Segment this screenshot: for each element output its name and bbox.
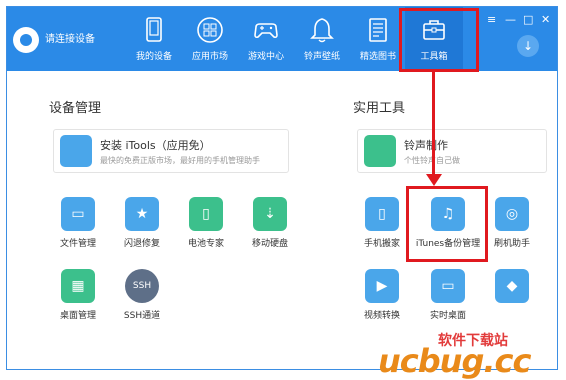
section-title-device-management: 设备管理 <box>49 101 102 116</box>
ringtone-maker-card[interactable]: 铃声制作 个性铃声自己做 <box>357 129 547 173</box>
tablet-icon <box>146 17 162 42</box>
minimize-button[interactable]: — <box>505 13 516 26</box>
watermark-line2: ucbug.cc <box>378 342 531 380</box>
tool-label: 闪退修复 <box>123 239 160 249</box>
tool-crash-repair[interactable]: ★ 闪退修复 <box>107 197 177 249</box>
tool-desktop-management[interactable]: ▦ 桌面管理 <box>43 269 113 321</box>
refresh-icon: ◎ <box>495 197 529 231</box>
maximize-button[interactable]: □ <box>523 13 533 26</box>
annotation-arrow-head <box>426 174 442 186</box>
nav-game-center[interactable]: 游戏中心 <box>237 7 295 71</box>
menu-button[interactable]: ≡ <box>487 13 496 26</box>
tool-label: 电池专家 <box>187 239 224 249</box>
close-button[interactable]: ✕ <box>541 13 550 26</box>
tool-label: 视频转换 <box>363 311 400 321</box>
tool-video-convert[interactable]: ▶ 视频转换 <box>347 269 417 321</box>
tool-label: SSH通道 <box>123 311 161 321</box>
play-icon: ▶ <box>365 269 399 303</box>
rabbit-icon <box>60 135 92 167</box>
bell-icon <box>364 135 396 167</box>
grid-icon: ▦ <box>61 269 95 303</box>
tool-battery-expert[interactable]: ▯ 电池专家 <box>171 197 241 249</box>
tool-realtime-desktop[interactable]: ▭ 实时桌面 <box>413 269 483 321</box>
highlight-box-itunes-backup <box>406 186 488 262</box>
install-itools-card[interactable]: 安装 iTools（应用免） 最快的免费正版市场，最好用的手机管理助手 <box>53 129 289 173</box>
itools-logo-icon <box>13 27 39 53</box>
tool-label: 桌面管理 <box>59 311 96 321</box>
nav-my-device[interactable]: 我的设备 <box>125 7 183 71</box>
folder-icon: ▭ <box>61 197 95 231</box>
apple-icon: ◆ <box>495 269 529 303</box>
card-title: 安装 iTools（应用免） <box>100 139 211 152</box>
bell-icon <box>310 18 334 43</box>
highlight-box-toolbox <box>399 8 479 72</box>
card-description: 最快的免费正版市场，最好用的手机管理助手 <box>100 156 260 165</box>
download-button[interactable]: ↓ <box>517 35 539 57</box>
gamepad-icon <box>254 23 278 39</box>
nav-label: 我的设备 <box>135 52 172 62</box>
nav-label: 游戏中心 <box>247 52 284 62</box>
phone-icon: ▯ <box>365 197 399 231</box>
nav-label: 应用市场 <box>191 52 228 62</box>
tool-mobile-disk[interactable]: ⇣ 移动硬盘 <box>235 197 305 249</box>
nav-label: 铃声壁纸 <box>303 52 340 62</box>
tool-apple[interactable]: ◆ <box>477 269 547 308</box>
battery-icon: ▯ <box>189 197 223 231</box>
watermark: 软件下载站 ucbug.cc <box>378 322 564 380</box>
tool-label: 移动硬盘 <box>251 239 288 249</box>
download-icon: ↓ <box>522 39 534 53</box>
card-title: 铃声制作 <box>404 139 448 152</box>
tool-label: 实时桌面 <box>429 311 466 321</box>
connect-device-label[interactable]: 请连接设备 <box>45 30 95 45</box>
apps-icon <box>197 17 223 43</box>
nav-ringtone-wallpaper[interactable]: 铃声壁纸 <box>293 7 351 71</box>
monitor-icon: ▭ <box>431 269 465 303</box>
ssh-icon: SSH <box>125 269 159 303</box>
section-title-utilities: 实用工具 <box>353 101 406 116</box>
usb-icon: ⇣ <box>253 197 287 231</box>
tool-label: 文件管理 <box>59 239 96 249</box>
book-icon <box>369 18 387 42</box>
star-shield-icon: ★ <box>125 197 159 231</box>
nav-app-market[interactable]: 应用市场 <box>181 7 239 71</box>
tool-ssh-channel[interactable]: SSH SSH通道 <box>107 269 177 321</box>
annotation-arrow-shaft <box>432 72 435 176</box>
tool-file-management[interactable]: ▭ 文件管理 <box>43 197 113 249</box>
